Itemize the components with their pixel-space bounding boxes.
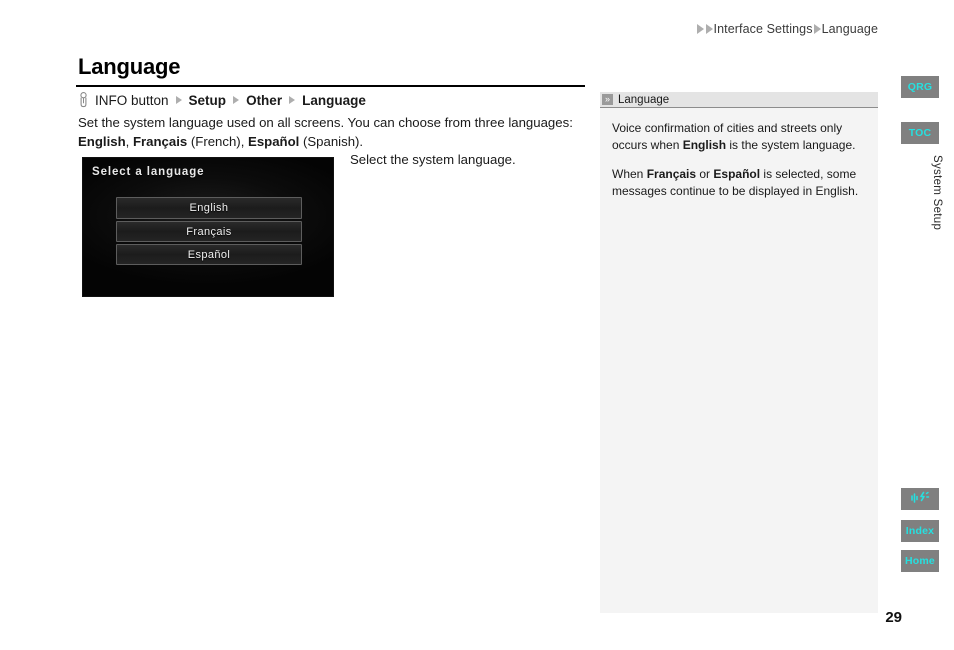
language-option-english[interactable]: English — [116, 197, 302, 219]
language-option-espanol[interactable]: Español — [116, 244, 302, 265]
language-option-francais[interactable]: Français — [116, 221, 302, 242]
page-title: Language — [78, 54, 181, 79]
note-p2-part1: When — [612, 167, 647, 181]
note-panel: » Language Voice confirmation of cities … — [600, 92, 878, 613]
note-panel-header: » Language — [600, 92, 878, 108]
note-p1-english: English — [682, 137, 727, 152]
language-option-label: Français — [186, 225, 232, 238]
qrg-button[interactable]: QRG — [901, 76, 939, 98]
index-button-label: Index — [905, 525, 935, 537]
breadcrumb: Interface Settings Language — [696, 22, 879, 36]
note-p1-part3: is the system language. — [726, 137, 856, 152]
path-info-button-label: INFO button — [95, 92, 169, 108]
body-lang-espanol: Español — [248, 133, 300, 149]
path-step-setup: Setup — [188, 92, 227, 108]
section-tab-label: System Setup — [931, 155, 943, 231]
language-button-list: English Français Español — [116, 197, 302, 267]
body-note-french: (French), — [187, 133, 249, 149]
home-button[interactable]: Home — [901, 550, 939, 572]
triangle-right-icon — [813, 24, 821, 34]
breadcrumb-item-language[interactable]: Language — [822, 22, 878, 36]
triangle-right-icon — [705, 24, 713, 34]
index-button[interactable]: Index — [901, 520, 939, 542]
body-text-line1: Set the system language used on all scre… — [78, 115, 573, 130]
triangle-right-icon — [289, 96, 296, 104]
note-p2-part3: or — [696, 167, 714, 181]
info-button-icon — [78, 92, 89, 108]
voice-command-button[interactable] — [901, 488, 939, 510]
voice-command-icon — [910, 491, 930, 508]
language-option-label: English — [189, 202, 229, 214]
note-panel-body: Voice confirmation of cities and streets… — [600, 108, 878, 199]
triangle-right-icon — [696, 24, 704, 34]
manual-page: Interface Settings Language Language INF… — [0, 0, 954, 650]
note-panel-title: Language — [618, 93, 670, 106]
body-lang-francais: Français — [132, 133, 188, 149]
triangle-right-icon — [175, 96, 182, 104]
triangle-right-icon — [233, 96, 240, 104]
screen-title: Select a language — [92, 166, 205, 178]
body-note-spanish: (Spanish). — [299, 133, 364, 149]
page-number: 29 — [885, 609, 902, 626]
section-tab-system-setup: System Setup — [929, 147, 945, 239]
note-p2-espanol: Español — [713, 167, 761, 181]
menu-path: INFO button Setup Other Language — [78, 90, 366, 110]
note-paragraph-2: When Français or Español is selected, so… — [612, 166, 864, 199]
note-p2-francais: Français — [646, 167, 697, 181]
toc-button[interactable]: TOC — [901, 122, 939, 144]
path-step-language: Language — [302, 92, 366, 108]
double-chevron-right-icon: » — [602, 94, 613, 105]
path-step-other: Other — [246, 92, 283, 108]
note-paragraph-1: Voice confirmation of cities and streets… — [612, 120, 864, 153]
qrg-button-label: QRG — [907, 81, 933, 93]
navigation-screenshot: Select a language English Français Españ… — [82, 157, 334, 297]
body-sep-1: , — [125, 133, 133, 149]
body-paragraph: Set the system language used on all scre… — [78, 114, 578, 151]
toc-button-label: TOC — [908, 127, 932, 139]
breadcrumb-item-interface-settings[interactable]: Interface Settings — [714, 22, 813, 36]
body-lang-english: English — [78, 133, 126, 149]
home-button-label: Home — [905, 555, 935, 567]
language-option-label: Español — [187, 248, 231, 261]
screenshot-caption: Select the system language. — [350, 152, 516, 167]
title-divider — [76, 85, 585, 87]
